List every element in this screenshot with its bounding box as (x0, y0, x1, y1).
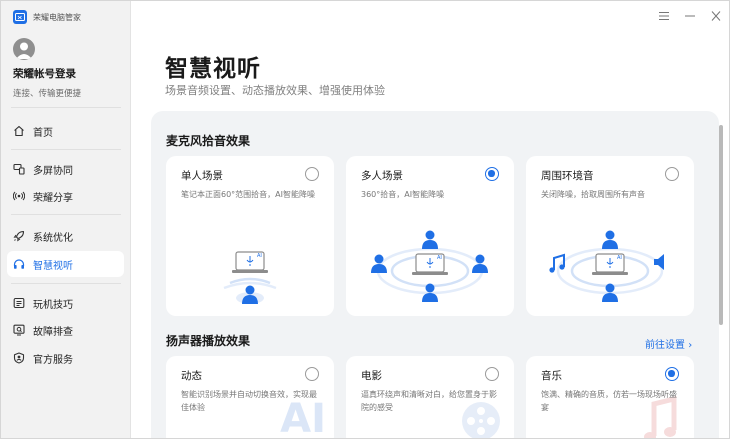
card-description: 笔记本正面60°范围拾音，AI智能降噪 (181, 190, 316, 199)
speaker-card-movie[interactable]: 电影 逼真环绕声和清晰对白，给您置身于影院的感受 (346, 356, 514, 438)
card-title: 周围环境音 (541, 170, 594, 182)
card-description: 关闭降噪，拾取周围所有声音 (541, 190, 645, 199)
single-scene-illustration-icon: AI (223, 251, 277, 304)
card-title: 多人场景 (361, 170, 403, 182)
nav-item-optimize[interactable]: 系统优化 (7, 223, 124, 249)
card-description: 智能识别场景并自动切换音效，实现最佳体验 (181, 390, 317, 412)
app-title: 荣耀电脑管家 (33, 12, 81, 22)
mic-card-multi[interactable]: 多人场景 360°拾音，AI智能降噪 AI (346, 156, 514, 316)
radio-button[interactable] (485, 367, 499, 381)
nav-item-label: 荣耀分享 (33, 192, 73, 204)
radio-button[interactable] (305, 367, 319, 381)
avatar[interactable] (13, 38, 35, 60)
card-description: 逼真环绕声和清晰对白，给您置身于影院的感受 (361, 390, 497, 412)
nav-item-label: 官方服务 (33, 354, 73, 366)
divider (11, 283, 121, 284)
chevron-right-icon: › (688, 340, 693, 351)
account-login-link[interactable]: 荣耀帐号登录 (13, 66, 76, 81)
nav-item-label: 智慧视听 (33, 260, 73, 272)
service-icon (13, 352, 25, 364)
account-subtitle: 连接、传输更便捷 (13, 89, 82, 99)
nav-item-label: 玩机技巧 (33, 299, 73, 311)
nav-item-service[interactable]: 官方服务 (7, 345, 124, 371)
svg-text:AI: AI (437, 255, 442, 261)
multi-scene-illustration-icon: AI (371, 230, 488, 302)
page-title: 智慧视听 (165, 56, 261, 82)
mic-section-title: 麦克风拾音效果 (166, 134, 251, 148)
goto-settings-link[interactable]: 前往设置 › (645, 336, 692, 351)
radio-button-selected[interactable] (665, 367, 679, 381)
card-title: 音乐 (541, 370, 562, 382)
content-area: 麦克风拾音效果 单人场景 笔记本正面60°范围拾音，AI智能降噪 AI 多人场景… (151, 111, 719, 438)
card-title: 电影 (361, 370, 382, 382)
nav-item-label: 多屏协同 (33, 165, 73, 177)
rocket-icon (13, 230, 25, 242)
card-title: 单人场景 (181, 170, 223, 182)
menu-icon[interactable] (657, 9, 671, 23)
nav-item-tips[interactable]: 玩机技巧 (7, 290, 124, 316)
sidebar: 荣耀电脑管家 荣耀帐号登录 连接、传输更便捷 首页 多屏协同 荣耀分享 系统优化 (1, 1, 131, 438)
headphones-icon (13, 259, 25, 269)
card-title: 动态 (181, 370, 202, 382)
speaker-section-title: 扬声器播放效果 (166, 334, 251, 348)
card-description: 360°拾音，AI智能降噪 (361, 190, 445, 199)
ambient-scene-illustration-icon: AI (549, 230, 664, 302)
speaker-card-dynamic[interactable]: AI 动态 智能识别场景并自动切换音效，实现最佳体验 (166, 356, 334, 438)
svg-text:AI: AI (257, 253, 262, 259)
troubleshoot-icon (13, 324, 25, 336)
nav-item-troubleshoot[interactable]: 故障排查 (7, 317, 124, 343)
minimize-icon[interactable] (683, 9, 697, 23)
nav-item-multiscreen[interactable]: 多屏协同 (7, 156, 124, 182)
speaker-card-music[interactable]: 音乐 饱满、精确的音质，仿若一场现场听盛宴 (526, 356, 694, 438)
mic-card-single[interactable]: 单人场景 笔记本正面60°范围拾音，AI智能降噪 AI (166, 156, 334, 316)
nav-item-label: 系统优化 (33, 232, 73, 244)
multiscreen-icon (13, 163, 25, 175)
window-controls (657, 9, 723, 23)
radio-button-selected[interactable] (485, 167, 499, 181)
divider (11, 107, 121, 108)
goto-settings-label: 前往设置 (645, 340, 685, 351)
app-header: 荣耀电脑管家 (13, 10, 81, 24)
divider (11, 214, 121, 215)
svg-text:AI: AI (617, 255, 622, 261)
scrollbar[interactable] (719, 125, 723, 325)
nav-item-smart-av[interactable]: 智慧视听 (7, 251, 124, 277)
nav-item-share[interactable]: 荣耀分享 (7, 183, 124, 209)
page-subtitle: 场景音频设置、动态播放效果、增强使用体验 (165, 84, 385, 97)
home-icon (14, 125, 24, 137)
radio-button[interactable] (305, 167, 319, 181)
radio-button[interactable] (665, 167, 679, 181)
divider (11, 149, 121, 150)
close-icon[interactable] (709, 9, 723, 23)
app-logo-icon (13, 10, 27, 24)
app-window: 荣耀电脑管家 荣耀帐号登录 连接、传输更便捷 首页 多屏协同 荣耀分享 系统优化 (0, 0, 730, 439)
main-panel: 智慧视听 场景音频设置、动态播放效果、增强使用体验 麦克风拾音效果 单人场景 笔… (131, 1, 729, 438)
nav-item-label: 故障排查 (33, 326, 73, 338)
nav-item-home[interactable]: 首页 (7, 118, 124, 144)
tips-icon (13, 297, 25, 309)
card-description: 饱满、精确的音质，仿若一场现场听盛宴 (541, 390, 677, 412)
share-icon (13, 191, 25, 201)
mic-card-ambient[interactable]: 周围环境音 关闭降噪，拾取周围所有声音 AI (526, 156, 694, 316)
nav-item-label: 首页 (33, 127, 53, 139)
